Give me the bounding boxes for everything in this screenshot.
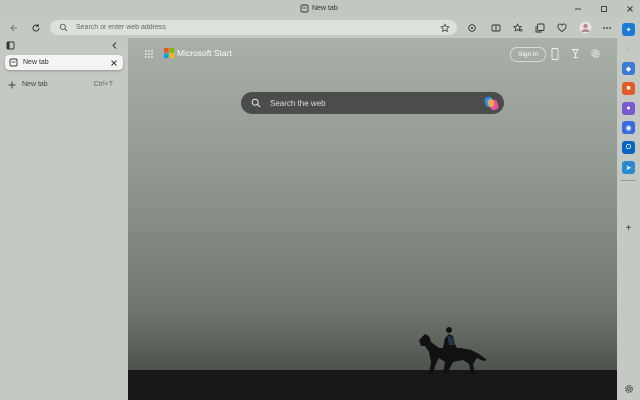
tab-icon: [300, 4, 309, 13]
collections-button[interactable]: [533, 21, 547, 35]
address-input[interactable]: [74, 23, 418, 32]
title-bar: New tab: [0, 0, 640, 17]
plus-icon: +: [625, 223, 632, 234]
minimize-icon: [575, 8, 581, 9]
app-launcher-button[interactable]: [144, 49, 154, 59]
copilot-icon[interactable]: [484, 96, 499, 111]
close-tab-icon[interactable]: [110, 59, 118, 67]
microsoft-start-logo[interactable]: Microsoft Start: [164, 48, 232, 58]
back-button[interactable]: [6, 20, 21, 35]
more-horizontal-icon: [603, 27, 611, 29]
window-title: New tab: [300, 3, 338, 14]
gear-icon: [624, 384, 633, 393]
refresh-button[interactable]: [28, 20, 43, 35]
browser-essentials-button[interactable]: [555, 21, 569, 35]
avatar-icon: [579, 21, 592, 34]
favorite-star-icon[interactable]: [440, 22, 450, 33]
window-title-text: New tab: [312, 5, 338, 12]
ground-silhouette: [128, 370, 617, 400]
outlook-icon: O: [625, 144, 632, 151]
gear-icon: [591, 49, 600, 58]
horse-rider-silhouette: [419, 327, 487, 374]
close-window-button[interactable]: [623, 3, 637, 14]
new-tab-page: Microsoft Start Sign in: [128, 38, 617, 400]
web-search-input[interactable]: [268, 97, 472, 109]
new-tab-button[interactable]: New tab Ctrl+T: [5, 78, 123, 91]
collections-icon: [535, 23, 545, 33]
microsoft-365-icon: ◉: [625, 124, 632, 132]
microsoft-365-button[interactable]: ◉: [622, 121, 635, 134]
copilot-sidebar-icon: ✦: [625, 26, 632, 34]
drop-button[interactable]: ➤: [622, 161, 635, 174]
collapse-pane-button[interactable]: [110, 41, 120, 51]
mobile-app-button[interactable]: [551, 48, 561, 60]
search-icon: [251, 98, 261, 108]
new-tab-label: New tab: [22, 81, 48, 88]
page-settings-button[interactable]: [590, 48, 601, 59]
web-search-box[interactable]: [241, 92, 504, 114]
search-sidebar-button[interactable]: ⌕: [622, 43, 635, 56]
address-bar[interactable]: [50, 20, 457, 35]
maximize-button[interactable]: [597, 3, 611, 14]
extensions-icon: [468, 24, 476, 32]
outlook-button[interactable]: O: [622, 141, 635, 154]
sign-in-label: Sign in: [518, 51, 538, 58]
vertical-tabs-pane: New tab New tab Ctrl+T: [0, 38, 128, 400]
close-icon: [627, 5, 633, 12]
microsoft-logo-icon: [164, 48, 174, 58]
customize-sidebar-button[interactable]: +: [622, 222, 635, 235]
right-sidebar: ✦ ⌕ ◆ ■ ● ◉ O ➤ +: [617, 17, 640, 400]
split-screen-button[interactable]: [489, 21, 503, 35]
tools-button[interactable]: ■: [622, 82, 635, 95]
extensions-button[interactable]: [465, 21, 479, 35]
copilot-sidebar-button[interactable]: ✦: [622, 23, 635, 36]
sidebar-divider: [621, 180, 636, 181]
new-tab-shortcut: Ctrl+T: [93, 81, 113, 88]
back-arrow-icon: [9, 24, 17, 31]
toolbox-icon: ■: [626, 85, 631, 92]
plus-icon: [8, 81, 16, 88]
shopping-button[interactable]: ◆: [622, 62, 635, 75]
brand-text: Microsoft Start: [177, 48, 232, 58]
chevron-left-icon: [112, 42, 117, 49]
sign-in-button[interactable]: Sign in: [510, 47, 546, 62]
split-screen-icon: [491, 24, 501, 32]
drop-icon: ➤: [625, 164, 632, 172]
phone-icon: [551, 48, 559, 60]
favorites-icon: [513, 23, 523, 32]
tab-actions-button[interactable]: [6, 41, 16, 51]
games-button[interactable]: ●: [622, 102, 635, 115]
search-icon: [59, 23, 68, 32]
tab-item-new-tab[interactable]: New tab: [5, 55, 123, 70]
refresh-icon: [32, 23, 40, 31]
profile-button[interactable]: [578, 20, 593, 35]
minimize-button[interactable]: [571, 3, 585, 14]
trophy-icon: [572, 49, 579, 58]
game-controller-icon: ●: [626, 105, 631, 112]
shopping-tag-icon: ◆: [625, 65, 632, 73]
maximize-icon: [601, 5, 607, 12]
favorites-button[interactable]: [511, 21, 525, 35]
sidebar-settings-button[interactable]: [622, 382, 635, 395]
toolbar: [0, 17, 640, 38]
tab-label: New tab: [23, 59, 49, 66]
settings-and-more-button[interactable]: [600, 21, 614, 35]
search-sidebar-icon: ⌕: [626, 45, 631, 53]
new-tab-page-icon: [9, 58, 18, 67]
vertical-tabs-icon: [6, 41, 15, 50]
rewards-button[interactable]: [570, 48, 581, 59]
heart-pulse-icon: [557, 23, 567, 33]
app-launcher-grid-icon: [145, 50, 153, 58]
